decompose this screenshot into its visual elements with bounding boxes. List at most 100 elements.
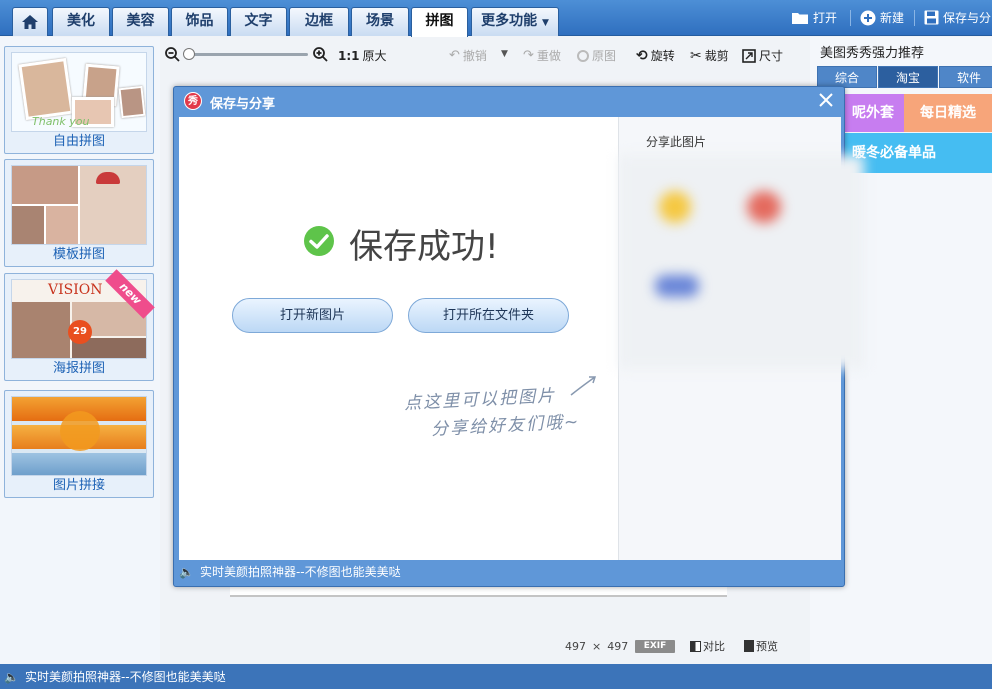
dialog-footer-text[interactable]: 实时美颜拍照神器--不修图也能美美哒 bbox=[200, 563, 401, 580]
crop-label: 裁剪 bbox=[704, 49, 729, 63]
tab-taobao[interactable]: 淘宝 bbox=[878, 66, 938, 88]
share-tencent-icon[interactable] bbox=[747, 191, 781, 223]
banner-daily-picks[interactable]: 每日精选 bbox=[904, 94, 992, 132]
template-label: 模板拼图 bbox=[52, 247, 105, 262]
free-collage-thumbnail: Thank you bbox=[11, 52, 147, 132]
resize-icon bbox=[742, 48, 756, 63]
folder-icon bbox=[792, 13, 808, 24]
pointer-arrow-icon bbox=[570, 376, 597, 396]
zoom-out-icon[interactable] bbox=[165, 47, 180, 62]
save-share-dialog: 秀 保存与分享 保存成功! 打开新图片 打开所在文件夹 点这里可以把图片 分享给… bbox=[173, 86, 864, 587]
banner-coat[interactable]: 呢外套 bbox=[842, 94, 904, 132]
tab-frame[interactable]: 边框 bbox=[289, 7, 349, 36]
compare-button[interactable]: 对比 bbox=[690, 638, 725, 654]
original-size-button[interactable]: 1:1 原大 bbox=[338, 47, 387, 64]
save-success-text: 保存成功! bbox=[349, 227, 499, 267]
share-qzone-icon[interactable] bbox=[655, 275, 699, 297]
status-bar: 🔈 实时美颜拍照神器--不修图也能美美哒 bbox=[0, 664, 992, 689]
zoom-ratio-text: 1:1 bbox=[338, 48, 360, 63]
undo-button[interactable]: ↶ 撤销 bbox=[449, 47, 487, 64]
tab-software[interactable]: 软件 bbox=[939, 66, 992, 88]
template-free-collage[interactable]: Thank you 自由拼图 bbox=[4, 46, 154, 154]
preview-icon bbox=[744, 640, 754, 652]
open-button[interactable]: 打开 bbox=[791, 9, 837, 26]
template-template-collage[interactable]: 模板拼图 bbox=[4, 159, 154, 267]
new-button[interactable]: 新建 bbox=[860, 9, 904, 26]
preview-label: 预览 bbox=[756, 640, 778, 653]
zoom-slider[interactable] bbox=[183, 48, 308, 60]
tab-collage[interactable]: 拼图 bbox=[411, 7, 468, 37]
crop-button[interactable]: ✂ 裁剪 bbox=[690, 47, 729, 64]
app-logo-icon: 秀 bbox=[184, 92, 202, 110]
status-bar-text[interactable]: 实时美颜拍照神器--不修图也能美美哒 bbox=[25, 668, 226, 685]
rotate-icon: ⟲ bbox=[636, 47, 648, 64]
dialog-title: 保存与分享 bbox=[210, 97, 276, 112]
tab-home[interactable] bbox=[12, 7, 48, 36]
speaker-icon: 🔈 bbox=[179, 564, 194, 579]
original-image-label: 原图 bbox=[592, 49, 617, 63]
banner-winter-essentials[interactable]: 暖冬必备单品 bbox=[842, 133, 992, 173]
undo-label: 撤销 bbox=[462, 49, 487, 63]
redo-button[interactable]: ↷ 重做 bbox=[523, 47, 561, 64]
compare-label: 对比 bbox=[703, 640, 725, 653]
undo-icon: ↶ bbox=[449, 48, 460, 63]
template-label: 海报拼图 bbox=[52, 361, 105, 376]
zoom-in-icon[interactable] bbox=[313, 47, 328, 62]
tab-more-features[interactable]: 更多功能 ▼ bbox=[471, 7, 559, 36]
resize-label: 尺寸 bbox=[759, 49, 784, 63]
tab-beautify[interactable]: 美化 bbox=[52, 7, 110, 36]
success-check-icon bbox=[304, 226, 334, 256]
tab-scene[interactable]: 场景 bbox=[351, 7, 409, 36]
tab-general[interactable]: 综合 bbox=[817, 66, 877, 88]
vision-text: VISION bbox=[48, 282, 103, 298]
top-divider bbox=[850, 10, 851, 26]
rotate-label: 旋转 bbox=[650, 49, 675, 63]
original-image-button[interactable]: 原图 bbox=[577, 47, 616, 64]
redo-icon: ↷ bbox=[523, 48, 534, 63]
editor-toolbar: 1:1 原大 ↶ 撤销 ▼ ↷ 重做 原图 ⟲ 旋转 ✂ 裁剪 尺寸 bbox=[160, 37, 810, 71]
zoom-slider-handle[interactable] bbox=[183, 48, 195, 60]
save-disk-icon bbox=[924, 10, 939, 25]
picture-stitch-thumbnail bbox=[11, 396, 147, 476]
template-picture-stitch[interactable]: 图片拼接 bbox=[4, 390, 154, 498]
save-share-label: 保存与分 bbox=[943, 11, 992, 25]
tab-accessories[interactable]: 饰品 bbox=[171, 7, 228, 36]
template-poster-collage[interactable]: VISION 29 new 海报拼图 bbox=[4, 269, 155, 381]
share-weibo-icon[interactable] bbox=[659, 191, 691, 223]
redo-label: 重做 bbox=[536, 49, 561, 63]
poster-number-badge: 29 bbox=[68, 320, 92, 344]
undo-history-dropdown-icon[interactable]: ▼ bbox=[501, 49, 508, 59]
recommendation-title: 美图秀秀强力推荐 bbox=[820, 46, 925, 61]
tab-beauty[interactable]: 美容 bbox=[112, 7, 169, 36]
new-label: 新建 bbox=[880, 11, 905, 25]
dialog-body: 保存成功! 打开新图片 打开所在文件夹 点这里可以把图片 分享给好友们哦~ 分享… bbox=[179, 117, 864, 560]
share-title: 分享此图片 bbox=[646, 135, 707, 149]
preview-button[interactable]: 预览 bbox=[744, 638, 778, 654]
image-height: 497 bbox=[607, 640, 629, 653]
original-image-icon bbox=[577, 49, 589, 62]
scissors-icon: ✂ bbox=[690, 47, 702, 64]
dimension-times: × bbox=[592, 640, 602, 653]
resize-button[interactable]: 尺寸 bbox=[742, 47, 783, 64]
close-icon[interactable] bbox=[818, 92, 834, 108]
exif-button[interactable]: EXIF bbox=[635, 640, 675, 653]
template-label: 自由拼图 bbox=[52, 134, 105, 149]
original-size-label: 原大 bbox=[362, 49, 387, 63]
plus-circle-icon bbox=[860, 10, 876, 25]
share-hint-line-2: 分享给好友们哦~ bbox=[430, 412, 581, 440]
top-divider bbox=[914, 10, 915, 26]
share-placeholder-area bbox=[619, 155, 864, 369]
save-share-button[interactable]: 保存与分 bbox=[924, 9, 991, 26]
top-toolbar: 美化 美容 饰品 文字 边框 场景 拼图 更多功能 ▼ 打开 新建 保存与分 bbox=[0, 0, 992, 37]
home-icon bbox=[22, 15, 38, 29]
speaker-icon: 🔈 bbox=[4, 669, 19, 684]
open-new-image-button[interactable]: 打开新图片 bbox=[232, 298, 393, 333]
template-label: 图片拼接 bbox=[52, 478, 105, 493]
image-dimensions: 497 × 497 bbox=[565, 640, 628, 653]
tab-text[interactable]: 文字 bbox=[230, 7, 287, 36]
thank-you-text: Thank you bbox=[32, 115, 90, 128]
dialog-footer: 🔈 实时美颜拍照神器--不修图也能美美哒 bbox=[179, 563, 401, 580]
open-folder-button[interactable]: 打开所在文件夹 bbox=[408, 298, 569, 333]
rotate-button[interactable]: ⟲ 旋转 bbox=[636, 47, 675, 64]
more-features-label: 更多功能 bbox=[481, 13, 538, 29]
